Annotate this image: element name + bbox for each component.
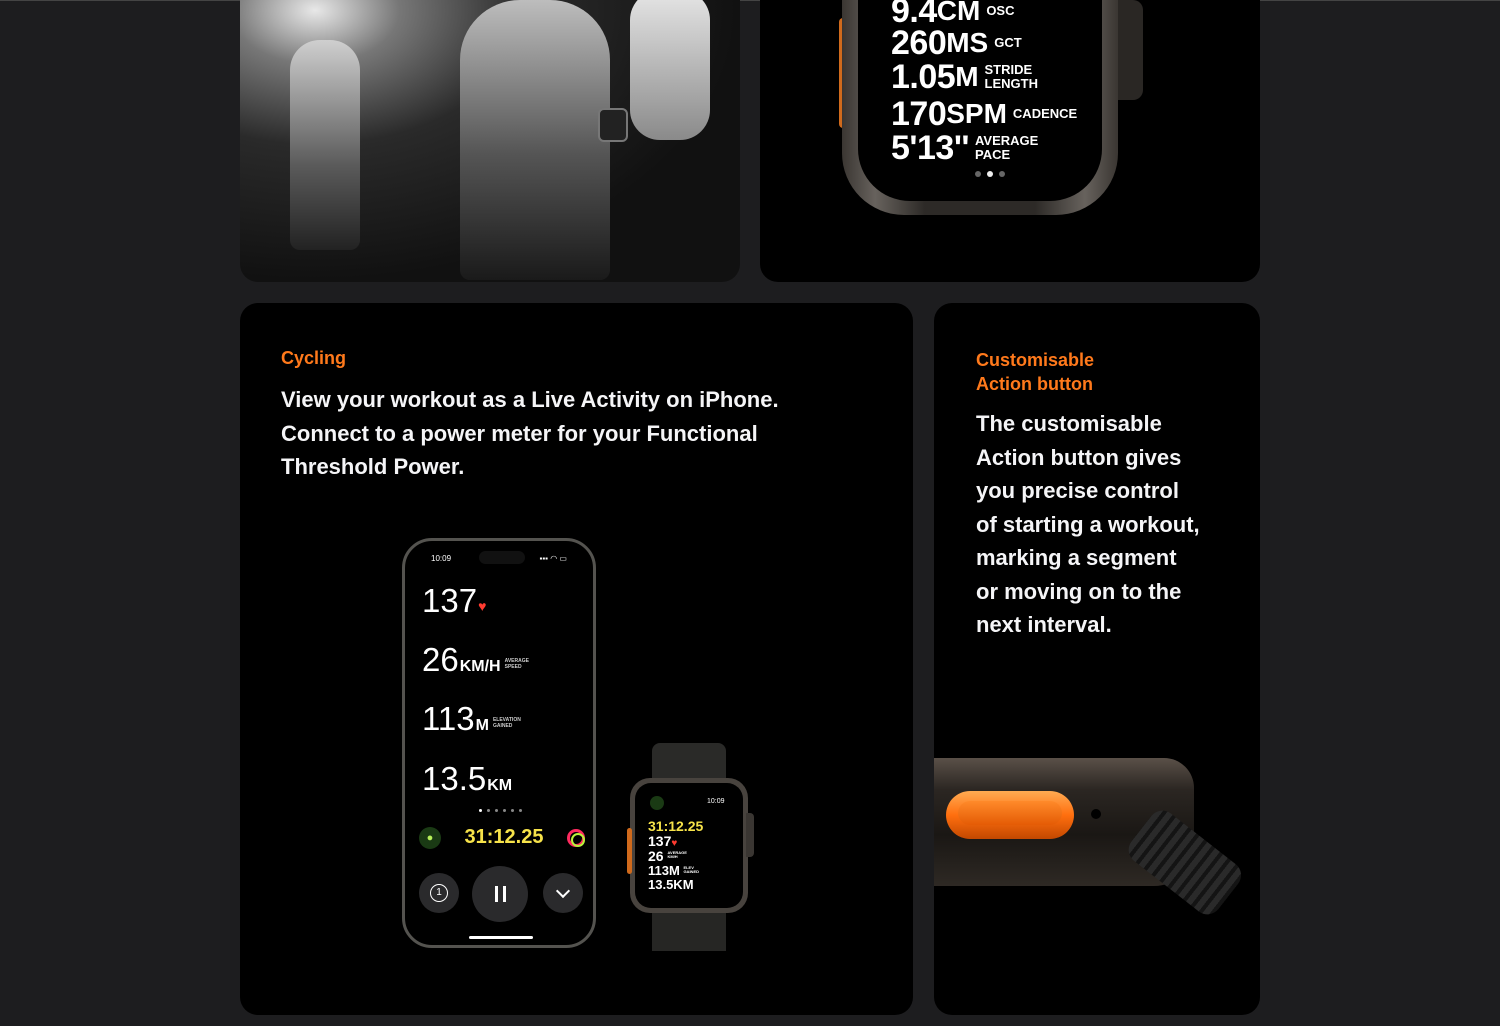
eyebrow-line: Customisable: [976, 350, 1095, 370]
runner-figure-left: [290, 40, 360, 250]
metric-unit: KM: [487, 777, 513, 794]
watch-action-button: [627, 828, 632, 874]
pause-icon: [494, 886, 506, 902]
metric-value: 5'13'': [891, 129, 969, 167]
watch-crown: [746, 813, 754, 857]
metric-label: CADENCE: [1012, 105, 1078, 121]
phone-timer-row: ● 31:12.25: [419, 826, 585, 849]
heart-value: 137: [648, 833, 672, 849]
metric-label: GCT: [994, 34, 1022, 50]
watch-heart-rate: 137♥: [648, 834, 677, 849]
heart-icon: ♥: [671, 838, 678, 849]
home-indicator: [469, 936, 533, 939]
elevation-label: ELEV GAINED: [683, 865, 699, 875]
metric-label: AVERAGE SPEED: [504, 658, 529, 670]
body-line: of starting a workout,: [976, 511, 1200, 537]
speed-unit: KM/H: [667, 854, 678, 860]
segment-button[interactable]: 1: [419, 873, 459, 913]
activity-rings-icon: [567, 828, 585, 847]
running-photo-card: [240, 0, 740, 282]
phone-metric-distance: 13.5 KM: [422, 762, 512, 795]
status-icons: ▪▪▪ ◠ ▭: [539, 554, 568, 563]
chevron-down-icon: [555, 883, 571, 899]
body-line: Action button gives: [976, 444, 1182, 470]
metric-value: 260: [891, 24, 947, 62]
watch-crown: [1115, 0, 1143, 100]
metric-unit: MS: [946, 27, 989, 58]
metric-label: OSC: [986, 2, 1015, 18]
watch-timer: 31:12.25: [648, 818, 704, 834]
watch-speed: 26 AVERAGE KM/H: [648, 849, 687, 863]
cycling-headline: View your workout as a Live Activity on …: [281, 383, 841, 484]
body-line: you precise control: [976, 478, 1179, 503]
body-line: next interval.: [976, 612, 1112, 637]
eyebrow-line: Action button: [976, 374, 1093, 394]
action-eyebrow: Customisable Action button: [976, 348, 1094, 396]
top-divider: [0, 0, 1500, 1]
headline-line: Connect to a power meter for your Functi…: [281, 420, 758, 446]
cycling-eyebrow: Cycling: [281, 348, 347, 368]
watch-page-dots: [975, 171, 1005, 177]
metric-unit: M: [475, 717, 489, 734]
watch-band-top: [652, 743, 726, 783]
metric-label: STRIDE LENGTH: [984, 61, 1038, 91]
metric-value: 113: [422, 700, 475, 737]
iphone-live-activity: 10:09 ▪▪▪ ◠ ▭ 137 ♥ 26 KM/H AVERAGE SPEE…: [402, 538, 596, 948]
body-line: or moving on to the: [976, 578, 1182, 604]
speed-labels: AVERAGE KM/H: [667, 850, 686, 860]
metric-value: 1.05: [891, 58, 956, 96]
metric-unit: SPM: [946, 98, 1007, 129]
metric-label: AVERAGE PACE: [974, 132, 1039, 162]
body-line: The customisable: [976, 411, 1162, 436]
runner-figure-right: [630, 0, 710, 140]
watch-elevation: 113M ELEV GAINED: [648, 863, 699, 878]
headline-line: Threshold Power.: [281, 454, 465, 479]
metric-gct: 260 MS GCT: [891, 26, 1084, 60]
speed-value: 26: [648, 848, 664, 864]
body-line: marking a segment: [976, 545, 1177, 570]
metric-unit: KM/H: [459, 658, 501, 675]
metric-average-pace: 5'13'' AVERAGE PACE: [891, 131, 1045, 165]
workout-timer: 31:12.25: [464, 826, 544, 848]
metric-stride-length: 1.05 M STRIDE LENGTH: [891, 60, 1045, 94]
watch-time: 10:09: [707, 798, 725, 805]
metric-unit: CM: [936, 0, 981, 26]
metric-value: 170: [891, 95, 947, 133]
watch-band-bottom: [652, 908, 726, 951]
heart-icon: ♥: [478, 598, 487, 614]
metric-value: 26: [422, 641, 459, 678]
metric-label: ELEVATION GAINED: [492, 717, 521, 729]
metric-value: 137: [422, 582, 478, 619]
apple-watch-ultra-cycling: 10:09 31:12.25 137♥ 26 AVERAGE KM/H 113M…: [627, 743, 754, 951]
speaker-hole: [1091, 809, 1101, 819]
phone-metric-heart-rate: 137 ♥: [422, 584, 486, 617]
orange-action-button-hardware: [946, 791, 1074, 839]
status-time: 10:09: [431, 554, 452, 563]
metric-cadence: 170 SPM CADENCE: [891, 97, 1103, 131]
action-body: The customisable Action button gives you…: [976, 407, 1246, 642]
collapse-button[interactable]: [543, 873, 583, 913]
watch-distance: 13.5KM: [648, 877, 694, 892]
metric-value: 13.5: [422, 760, 487, 797]
segment-icon: 1: [430, 884, 448, 902]
phone-metric-elevation: 113 M ELEVATION GAINED: [422, 702, 527, 735]
elevation-value: 113M: [648, 863, 680, 878]
phone-metric-speed: 26 KM/H AVERAGE SPEED: [422, 643, 539, 676]
runner-figure-center: [460, 0, 610, 280]
phone-page-dots: [479, 809, 522, 812]
headline-line: View your workout as a Live Activity on …: [281, 387, 779, 412]
metric-unit: M: [955, 61, 979, 92]
bicycle-icon: [650, 796, 664, 810]
pause-button[interactable]: [472, 866, 528, 922]
bicycle-icon: ●: [419, 826, 441, 849]
watch-on-wrist: [598, 108, 628, 142]
dynamic-island: [479, 551, 525, 564]
